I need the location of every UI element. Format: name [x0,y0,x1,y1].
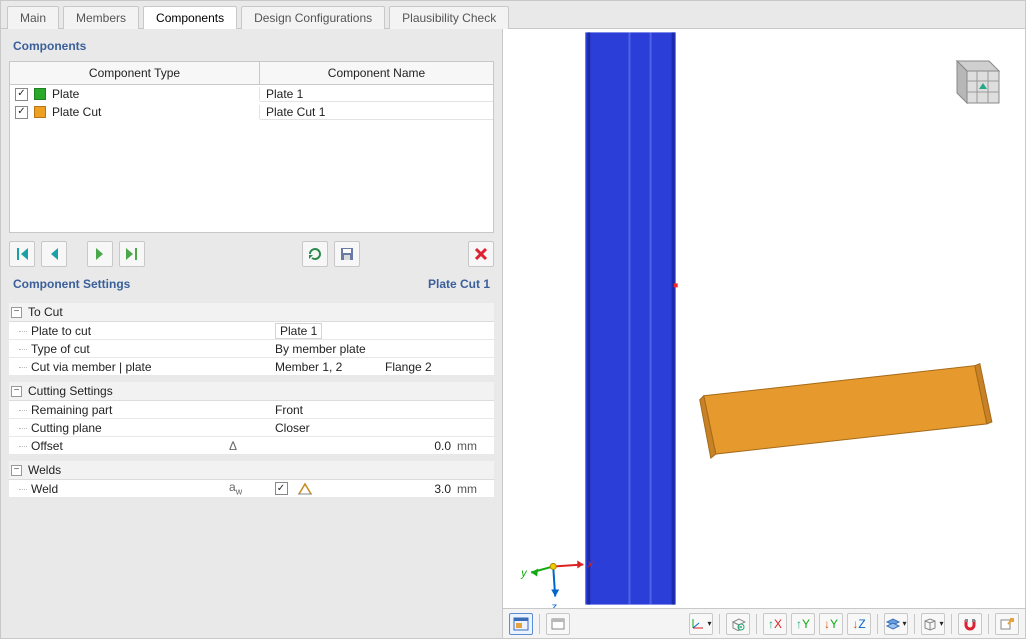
axis-minus-y-button[interactable]: ↓Y [819,613,843,635]
svg-text:x: x [586,558,593,570]
row-cut-via-member-plate[interactable]: Cut via member | plate Member 1, 2 Flang… [9,358,494,376]
view-mode-2-button[interactable] [546,613,570,635]
component-name-cell[interactable]: Plate Cut 1 [260,105,493,120]
axis-minus-z-button[interactable]: ↓Z [847,613,871,635]
row-checkbox[interactable] [15,106,28,119]
row-weld[interactable]: Weld aw 3.0 mm [9,480,494,498]
tab-members[interactable]: Members [63,6,139,29]
refresh-button[interactable] [302,241,328,267]
save-icon [339,246,355,262]
cut-via-member-value: Member 1, 2 [269,360,379,374]
viewport-3d[interactable]: x y z [503,29,1025,608]
svg-text:y: y [520,567,528,579]
group-header-to-cut[interactable]: − To Cut [9,303,494,322]
popout-icon [999,617,1015,631]
color-swatch [34,88,46,100]
navigation-cube[interactable] [941,49,1005,113]
view-cube-button[interactable]: ▾ [921,613,945,635]
collapse-icon[interactable]: − [11,386,22,397]
axis-xyz-button[interactable]: ▾ [689,613,713,635]
move-up-button[interactable] [41,241,67,267]
delete-icon [473,246,489,262]
tab-design-configurations[interactable]: Design Configurations [241,6,385,29]
component-type-label: Plate Cut [52,105,101,119]
magnet-icon [962,617,978,631]
cube-icon [922,617,938,631]
type-of-cut-value: By member plate [269,342,494,356]
save-button[interactable] [334,241,360,267]
left-panel: Components Component Type Component Name… [1,29,503,638]
col-header-name: Component Name [260,62,493,84]
components-toolbar [9,239,494,269]
col-header-type: Component Type [10,62,260,84]
delete-button[interactable] [468,241,494,267]
model-view: x y z [503,29,1025,608]
arrow-up-icon [46,246,62,262]
row-checkbox[interactable] [15,88,28,101]
move-down-button[interactable] [87,241,113,267]
row-cutting-plane[interactable]: Cutting plane Closer [9,419,494,437]
settings-title: Component Settings Plate Cut 1 [9,275,494,293]
view-layers-button[interactable]: ▾ [884,613,908,635]
move-last-button[interactable] [119,241,145,267]
new-window-button[interactable] [995,613,1019,635]
group-header-welds[interactable]: − Welds [9,461,494,480]
row-type-of-cut[interactable]: Type of cut By member plate [9,340,494,358]
settings-tree: − To Cut Plate to cut Plate 1 Type of cu… [9,299,494,498]
cube-eye-icon [730,617,746,631]
row-remaining-part[interactable]: Remaining part Front [9,401,494,419]
offset-value[interactable]: 0.0 [317,439,457,453]
tab-strip: Main Members Components Design Configura… [1,1,1025,29]
right-panel: x y z [503,29,1025,638]
cut-via-plate-value: Flange 2 [379,360,479,374]
arrow-first-icon [14,246,30,262]
tab-main[interactable]: Main [7,6,59,29]
view-mode-button[interactable] [509,613,533,635]
axis-plus-y-button[interactable]: ↑Y [791,613,815,635]
svg-text:z: z [550,602,557,608]
sheet-icon [550,617,566,631]
window-icon [513,617,529,631]
collapse-icon[interactable]: − [11,465,22,476]
component-type-label: Plate [52,87,79,101]
layers-icon [885,617,901,631]
arrow-last-icon [124,246,140,262]
view-look-button[interactable] [726,613,750,635]
axis-icon [690,617,706,631]
plate-to-cut-value[interactable]: Plate 1 [275,323,322,339]
table-row[interactable]: Plate Cut Plate Cut 1 [10,103,493,121]
arrow-down-icon [92,246,108,262]
group-header-cutting-settings[interactable]: − Cutting Settings [9,382,494,401]
move-first-button[interactable] [9,241,35,267]
weld-value[interactable]: 3.0 [317,482,457,496]
components-table: Component Type Component Name Plate Plat… [9,61,494,233]
weld-symbol-icon [293,482,317,496]
settings-context: Plate Cut 1 [428,277,490,291]
table-row[interactable]: Plate Plate 1 [10,85,493,103]
components-title: Components [9,37,494,55]
collapse-icon[interactable]: − [11,307,22,318]
view-toolbar: ▾ ↑X ↑Y ↓Y ↓Z ▾ ▾ [503,608,1025,638]
row-plate-to-cut[interactable]: Plate to cut Plate 1 [9,322,494,340]
axis-plus-x-button[interactable]: ↑X [763,613,787,635]
magnet-button[interactable] [958,613,982,635]
component-name-cell[interactable]: Plate 1 [260,87,493,102]
tab-plausibility-check[interactable]: Plausibility Check [389,6,509,29]
refresh-icon [307,246,323,262]
weld-checkbox[interactable] [275,482,288,495]
tab-components[interactable]: Components [143,6,237,29]
row-offset[interactable]: Offset Δ 0.0 mm [9,437,494,455]
color-swatch [34,106,46,118]
